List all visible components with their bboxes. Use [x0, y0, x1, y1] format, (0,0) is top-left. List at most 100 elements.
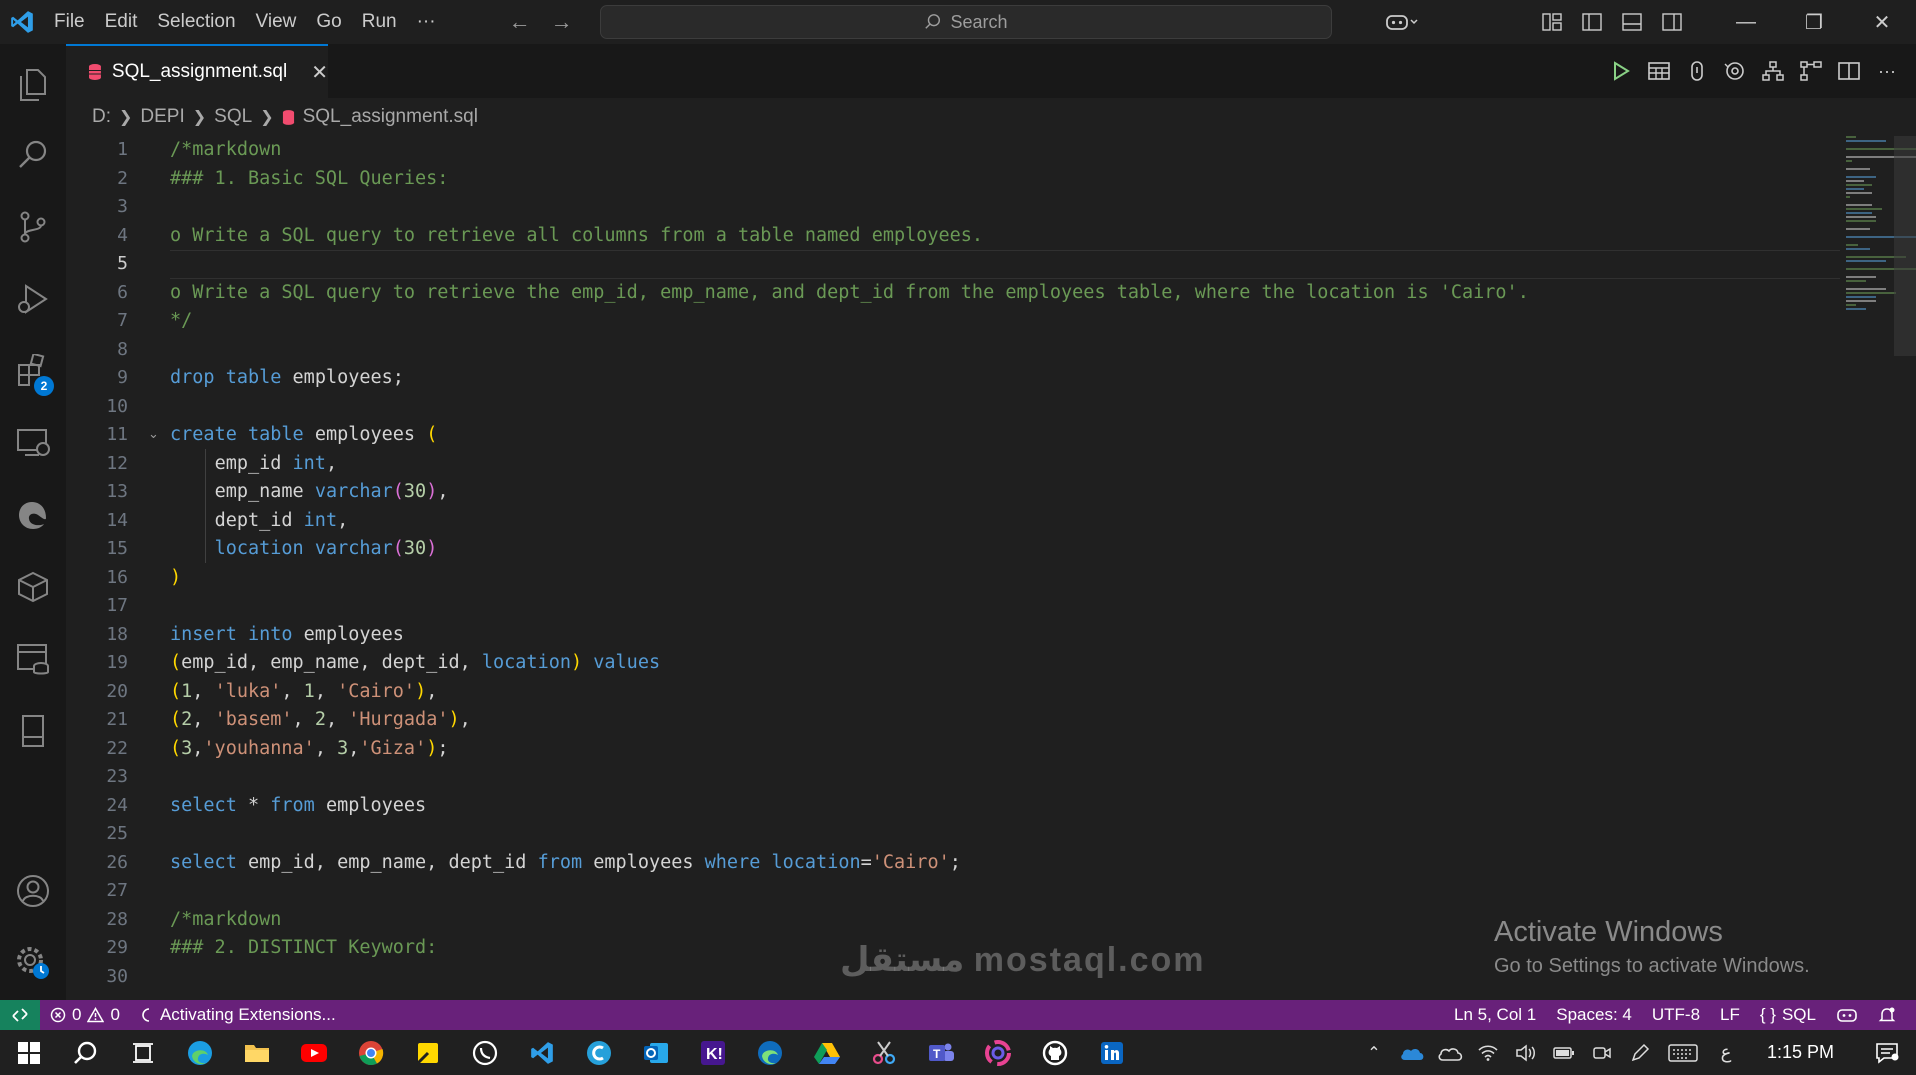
language-mode[interactable]: { } SQL — [1750, 1005, 1826, 1025]
forward-arrow-icon[interactable]: → — [548, 9, 576, 35]
more-actions-icon[interactable]: ··· — [1870, 54, 1904, 88]
minimap-line — [1846, 168, 1870, 170]
copilot-icon[interactable] — [1372, 0, 1432, 44]
split-editor-icon[interactable] — [1832, 54, 1866, 88]
onedrive-icon[interactable] — [1397, 1030, 1427, 1075]
toggle-secondary-sidebar-icon[interactable] — [1652, 0, 1692, 44]
back-arrow-icon[interactable]: ← — [506, 9, 534, 35]
menu-run[interactable]: Run — [352, 0, 407, 44]
linkedin-icon[interactable] — [1083, 1030, 1140, 1075]
code-line: (3,'youhanna', 3,'Giza'); — [170, 737, 449, 759]
database-file-icon — [282, 109, 294, 125]
input-language[interactable]: ع — [1711, 1030, 1741, 1075]
menu-selection[interactable]: Selection — [147, 0, 245, 44]
chevron-up-icon[interactable]: ⌃ — [1359, 1030, 1389, 1075]
notification-center-icon[interactable] — [1872, 1030, 1902, 1075]
breadcrumb-folder-depi[interactable]: DEPI — [140, 106, 184, 128]
code-lines[interactable]: /*markdown ### 1. Basic SQL Queries: o W… — [170, 136, 1830, 991]
restore-icon[interactable]: ❐ — [1780, 0, 1848, 44]
minimap-line — [1846, 304, 1856, 306]
tab-close-icon[interactable]: ✕ — [311, 60, 328, 85]
schema-tree-icon[interactable] — [1756, 54, 1790, 88]
remote-explorer-icon[interactable] — [0, 408, 66, 478]
extension-activation-status[interactable]: Activating Extensions... — [130, 1005, 346, 1025]
source-control-icon[interactable] — [0, 192, 66, 262]
run-query-icon[interactable] — [1604, 54, 1638, 88]
swirl-app-icon[interactable] — [969, 1030, 1026, 1075]
chrome-icon[interactable] — [342, 1030, 399, 1075]
connection-icon[interactable] — [1680, 54, 1714, 88]
touch-keyboard-icon[interactable] — [1663, 1030, 1703, 1075]
notebook-icon[interactable] — [0, 696, 66, 766]
breadcrumb-folder-sql[interactable]: SQL — [214, 106, 252, 128]
vertical-scrollbar[interactable] — [1894, 136, 1916, 356]
command-center-search[interactable]: Search — [600, 5, 1332, 39]
menu-edit[interactable]: Edit — [95, 0, 148, 44]
results-grid-icon[interactable] — [1642, 54, 1676, 88]
extensions-icon[interactable]: 2 — [0, 336, 66, 406]
indentation[interactable]: Spaces: 4 — [1546, 1005, 1642, 1025]
customize-layout-icon[interactable] — [1532, 0, 1572, 44]
menu-go[interactable]: Go — [306, 0, 351, 44]
end-of-line[interactable]: LF — [1710, 1005, 1750, 1025]
run-and-debug-icon[interactable] — [0, 264, 66, 334]
teams-icon[interactable]: T — [912, 1030, 969, 1075]
minimap-line — [1846, 292, 1896, 294]
manage-gear-icon[interactable] — [0, 928, 66, 998]
problems-indicator[interactable]: 0 0 — [40, 1005, 130, 1025]
edge-browser-icon[interactable] — [171, 1030, 228, 1075]
remote-indicator-icon[interactable] — [0, 1000, 40, 1030]
taskbar-clock[interactable]: 1:15 PM — [1749, 1042, 1864, 1063]
copilot-status-icon[interactable] — [1826, 1007, 1868, 1023]
kahoot-icon[interactable]: K! — [684, 1030, 741, 1075]
database-explorer-icon[interactable] — [0, 624, 66, 694]
toggle-panel-icon[interactable] — [1612, 0, 1652, 44]
toggle-primary-sidebar-icon[interactable] — [1572, 0, 1612, 44]
pen-icon[interactable] — [1625, 1030, 1655, 1075]
windows-start-icon[interactable] — [0, 1030, 57, 1075]
minimize-icon[interactable]: — — [1712, 0, 1780, 44]
snipping-tool-icon[interactable] — [855, 1030, 912, 1075]
battery-icon[interactable] — [1549, 1030, 1579, 1075]
cursor-position[interactable]: Ln 5, Col 1 — [1444, 1005, 1546, 1025]
meet-now-icon[interactable] — [1587, 1030, 1617, 1075]
breadcrumb-drive[interactable]: D: — [92, 106, 111, 128]
close-window-icon[interactable]: ✕ — [1848, 0, 1916, 44]
tab-sql-assignment[interactable]: SQL_assignment.sql ✕ — [66, 44, 328, 98]
wifi-icon[interactable] — [1473, 1030, 1503, 1075]
edge-devtools-icon[interactable] — [0, 480, 66, 550]
edge-dev-icon[interactable] — [741, 1030, 798, 1075]
code-editor[interactable]: ⌄ 1 2 3 4 5 6 7 8 9 10 11 12 13 14 15 16 17 18 19 20 21 22 23 2… — [66, 136, 1916, 1010]
google-drive-icon[interactable] — [798, 1030, 855, 1075]
query-plan-icon[interactable] — [1794, 54, 1828, 88]
sticky-notes-icon[interactable] — [399, 1030, 456, 1075]
volume-icon[interactable] — [1511, 1030, 1541, 1075]
breadcrumb: D: ❯ DEPI ❯ SQL ❯ SQL_assignment.sql — [66, 98, 1916, 136]
onedrive-personal-icon[interactable] — [1435, 1030, 1465, 1075]
breadcrumb-file[interactable]: SQL_assignment.sql — [303, 106, 478, 128]
accounts-icon[interactable] — [0, 856, 66, 926]
taskbar-search-icon[interactable] — [57, 1030, 114, 1075]
svg-text:K!: K! — [706, 1046, 723, 1063]
code-line: emp_id int, — [214, 452, 338, 474]
refresh-connection-icon[interactable] — [1718, 54, 1752, 88]
code-line: o Write a SQL query to retrieve all colu… — [170, 224, 984, 246]
notifications-bell-icon[interactable] — [1868, 1006, 1906, 1024]
vscode-taskbar-icon[interactable] — [513, 1030, 570, 1075]
packages-icon[interactable] — [0, 552, 66, 622]
copilot-app-icon[interactable] — [570, 1030, 627, 1075]
menu-file[interactable]: File — [44, 0, 95, 44]
encoding[interactable]: UTF-8 — [1642, 1005, 1710, 1025]
explorer-icon[interactable] — [0, 50, 66, 120]
fold-chevron-icon[interactable]: ⌄ — [148, 426, 159, 442]
outlook-icon[interactable] — [627, 1030, 684, 1075]
menu-more[interactable]: ··· — [407, 0, 446, 44]
github-desktop-icon[interactable] — [1026, 1030, 1083, 1075]
search-sidebar-icon[interactable] — [0, 120, 66, 190]
menu-view[interactable]: View — [246, 0, 307, 44]
youtube-icon[interactable] — [285, 1030, 342, 1075]
task-view-icon[interactable] — [114, 1030, 171, 1075]
file-explorer-icon[interactable] — [228, 1030, 285, 1075]
whatsapp-icon[interactable] — [456, 1030, 513, 1075]
